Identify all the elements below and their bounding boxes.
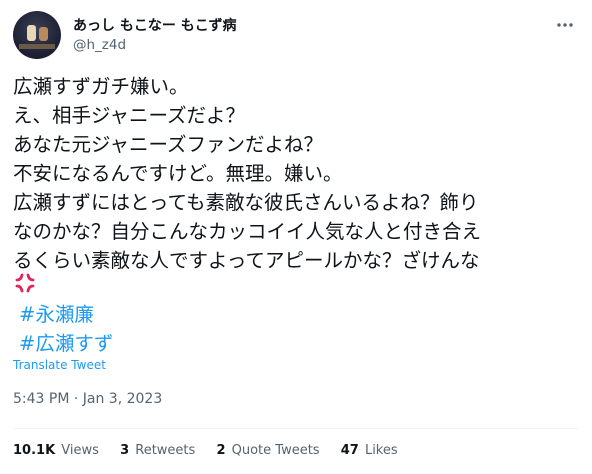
retweets-count: 3 — [120, 443, 130, 458]
likes-label: Likes — [364, 443, 398, 458]
views-count: 10.1K — [13, 443, 56, 458]
views-label: Views — [61, 443, 99, 458]
tweet-text-line: 広瀬すずにはとっても素敵な彼氏さんいるよね？飾り — [13, 191, 479, 214]
tweet-text-line: え、相手ジャニーズだよ？ — [13, 104, 246, 127]
more-options-icon[interactable] — [553, 13, 577, 37]
ellipsis-icon — [557, 23, 573, 27]
author-display-name[interactable]: あっし もこなー もこず病 — [73, 15, 236, 35]
translate-tweet-link[interactable]: Translate Tweet — [13, 358, 106, 372]
tweet-text-line: あなた元ジャニーズファンだよね？ — [13, 133, 324, 156]
avatar-figure — [27, 25, 36, 41]
quote-tweets-count: 2 — [216, 443, 226, 458]
avatar[interactable] — [13, 11, 61, 59]
hashtag-link[interactable]: #永瀬廉 — [19, 298, 94, 327]
likes-count: 47 — [340, 443, 359, 458]
tweet-timestamp[interactable]: 5:43 PM · Jan 3, 2023 — [13, 391, 162, 407]
tweet-text-line: 広瀬すずガチ嫌い。 — [13, 75, 189, 98]
hashtag-link[interactable]: #広瀬すず — [19, 327, 113, 356]
tweet-text-line: るくらい素敵な人ですよってアピールかな？ざけんな — [13, 249, 480, 272]
likes-stat[interactable]: 47 Likes — [341, 443, 398, 458]
avatar-stage — [19, 44, 55, 49]
quote-tweets-label: Quote Tweets — [231, 443, 320, 458]
views-stat: 10.1K Views — [13, 443, 99, 458]
quote-tweets-stat[interactable]: 2 Quote Tweets — [216, 443, 319, 458]
tweet-stats: 10.1K Views 3 Retweets 2 Quote Tweets 47… — [13, 443, 415, 458]
avatar-figure — [39, 27, 48, 41]
retweets-label: Retweets — [135, 443, 196, 458]
author-handle[interactable]: @h_z4d — [73, 37, 126, 53]
retweets-stat[interactable]: 3 Retweets — [120, 443, 195, 458]
tweet-text-line: なのかな？自分こんなカッコイイ人気な人と付き合え — [13, 220, 482, 243]
tweet-text: 広瀬すずガチ嫌い。 え、相手ジャニーズだよ？ あなた元ジャニーズファンだよね？ … — [13, 72, 583, 275]
divider — [13, 428, 579, 429]
anger-symbol-icon — [13, 271, 37, 295]
tweet-text-line: 不安になるんですけど。無理。嫌い。 — [13, 162, 343, 185]
tweet-header: あっし もこなー もこず病 @h_z4d — [13, 11, 579, 59]
